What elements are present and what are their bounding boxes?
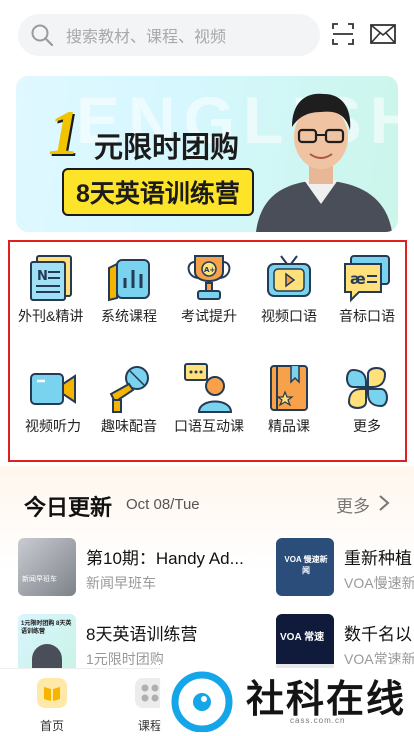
video-camera-icon: [30, 373, 76, 405]
chat-person-icon: [184, 363, 233, 413]
teacher-portrait: [256, 93, 392, 232]
tv-play-icon: [267, 255, 311, 297]
watermark-url: cass.com.cn: [290, 716, 346, 725]
newspaper-icon: N: [30, 255, 72, 301]
search-input[interactable]: 搜索教材、课程、视频: [18, 14, 320, 56]
watermark-text: 社科在线: [246, 677, 407, 721]
category-more[interactable]: 更多: [328, 362, 406, 435]
category-label: 考试提升: [181, 308, 237, 324]
update-card[interactable]: VOA 慢速新闻 重新种植 VOA慢速新: [276, 538, 414, 598]
four-leaf-icon: [346, 367, 388, 409]
update-source: 1元限时团购: [86, 651, 164, 667]
thumbnail-caption: 1元限时团购 8天英语训练营: [21, 621, 72, 635]
update-thumbnail: VOA 慢速新闻: [276, 538, 334, 596]
category-label: 外刊&精讲: [18, 308, 84, 324]
svg-text:N: N: [37, 269, 48, 284]
chevron-right-icon[interactable]: [378, 494, 390, 512]
update-source: VOA慢速新: [344, 575, 414, 591]
section-title: 今日更新: [24, 495, 113, 520]
svg-text:æ: æ: [350, 270, 366, 288]
category-label: 更多: [353, 418, 381, 434]
thumbnail-caption: VOA 慢速新闻: [284, 555, 328, 575]
update-title: 第10期：Handy Ad...: [86, 549, 244, 568]
category-grid: N 外刊&精讲 系统课程 A+ 考试提升 视频口语 æ 音标口语 视频听力 趣味…: [8, 240, 407, 462]
category-label: 视频口语: [261, 308, 317, 324]
phonetic-bubble-icon: æ: [344, 255, 390, 303]
category-exam-boost[interactable]: A+ 考试提升: [170, 252, 248, 325]
tab-home[interactable]: 首页: [22, 677, 82, 734]
update-title: 数千名以: [344, 625, 412, 644]
category-speaking-interactive[interactable]: 口语互动课: [170, 362, 248, 435]
section-date: Oct 08/Tue: [126, 496, 200, 513]
category-label: 音标口语: [339, 308, 395, 324]
category-video-listening[interactable]: 视频听力: [14, 362, 92, 435]
category-label: 趣味配音: [101, 418, 157, 434]
category-phonetic-speaking[interactable]: æ 音标口语: [328, 252, 406, 325]
thumbnail-caption: VOA 常速: [280, 632, 325, 643]
category-system-course[interactable]: 系统课程: [90, 252, 168, 325]
category-fun-dubbing[interactable]: 趣味配音: [90, 362, 168, 435]
category-label: 系统课程: [101, 308, 157, 324]
category-premium-course[interactable]: 精品课: [250, 362, 328, 435]
scan-icon[interactable]: [332, 22, 354, 46]
trophy-icon: A+: [187, 255, 231, 300]
thumbnail-caption: 新闻早班车: [22, 576, 57, 583]
more-link[interactable]: 更多: [336, 492, 370, 517]
search-placeholder: 搜索教材、课程、视频: [66, 29, 227, 46]
update-card[interactable]: 新闻早班车 第10期：Handy Ad... 新闻早班车: [18, 538, 266, 598]
home-book-icon: [37, 678, 67, 708]
category-video-speaking[interactable]: 视频口语: [250, 252, 328, 325]
category-label: 精品课: [268, 418, 310, 434]
banner-subheadline: 8天英语训练营: [62, 168, 254, 216]
update-title: 重新种植: [344, 549, 412, 568]
book-star-icon: [270, 365, 308, 411]
watermark-logo: [171, 671, 233, 732]
banner-number: 1: [48, 97, 80, 168]
update-thumbnail: 新闻早班车: [18, 538, 76, 596]
promo-banner[interactable]: ENGLISH 1 元限时团购 8天英语训练营: [16, 76, 398, 232]
category-label: 视频听力: [25, 418, 81, 434]
microphone-icon: [109, 366, 149, 413]
category-label: 口语互动课: [174, 418, 244, 434]
banner-headline: 元限时团购: [94, 132, 240, 164]
update-source: 新闻早班车: [86, 575, 156, 591]
search-icon: [31, 24, 54, 47]
top-bar: 搜索教材、课程、视频: [0, 0, 414, 68]
update-thumbnail: 1元限时团购 8天英语训练营: [18, 614, 76, 672]
bar-chart-book-icon: [108, 259, 150, 302]
svg-text:A+: A+: [204, 266, 215, 274]
mail-icon[interactable]: [370, 24, 396, 44]
tab-label: 首页: [39, 719, 64, 733]
site-watermark: 社科在线 cass.com.cn: [160, 664, 414, 736]
update-title: 8天英语训练营: [86, 625, 198, 644]
category-foreign-press[interactable]: N 外刊&精讲: [14, 252, 92, 325]
